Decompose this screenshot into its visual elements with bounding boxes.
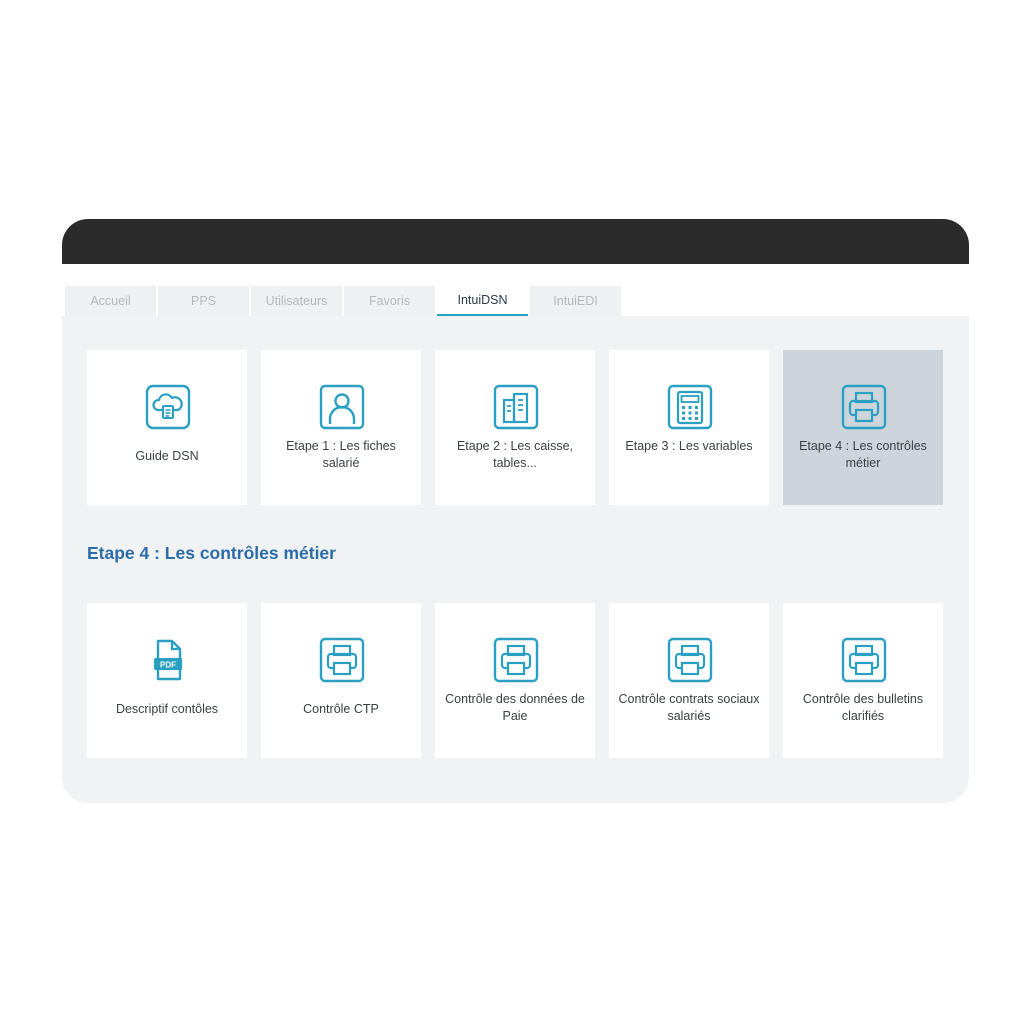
printer-icon bbox=[493, 637, 539, 683]
step-label: Etape 4 : Les contrôles métier bbox=[799, 439, 927, 470]
step-label: Etape 3 : Les variables bbox=[625, 439, 753, 453]
tab-pps[interactable]: PPS bbox=[158, 286, 249, 316]
printer-icon bbox=[319, 637, 365, 683]
sub-item-label: Contrôle des données de Paie bbox=[445, 692, 585, 723]
tab-accueil[interactable]: Accueil bbox=[65, 286, 156, 316]
tab-favoris[interactable]: Favoris bbox=[344, 286, 435, 316]
sub-card-descriptif-controles[interactable]: PDF Descriptif contôles bbox=[87, 603, 247, 758]
sub-item-label: Contrôle CTP bbox=[303, 702, 379, 716]
tab-intuiedi[interactable]: IntuiEDI bbox=[530, 286, 621, 316]
step-card-etape-4[interactable]: Etape 4 : Les contrôles métier bbox=[783, 350, 943, 505]
sub-card-controle-contrats[interactable]: Contrôle contrats sociaux salariés bbox=[609, 603, 769, 758]
printer-icon bbox=[841, 637, 887, 683]
step-label: Etape 2 : Les caisse, tables... bbox=[456, 439, 574, 470]
svg-text:PDF: PDF bbox=[160, 661, 176, 670]
sub-card-controle-donnees-paie[interactable]: Contrôle des données de Paie bbox=[435, 603, 595, 758]
step-card-etape-3[interactable]: Etape 3 : Les variables bbox=[609, 350, 769, 505]
sub-card-controle-bulletins[interactable]: Contrôle des bulletins clarifiés bbox=[783, 603, 943, 758]
pdf-file-icon: PDF bbox=[145, 637, 191, 683]
sub-item-label: Contrôle des bulletins clarifiés bbox=[802, 692, 924, 723]
tab-utilisateurs[interactable]: Utilisateurs bbox=[251, 286, 342, 316]
section-title: Etape 4 : Les contrôles métier bbox=[87, 543, 336, 563]
sub-item-label: Contrôle contrats sociaux salariés bbox=[618, 692, 760, 723]
printer-icon bbox=[667, 637, 713, 683]
calculator-icon bbox=[667, 384, 713, 430]
cloud-document-icon bbox=[145, 384, 191, 430]
step-label: Etape 1 : Les fiches salarié bbox=[286, 439, 396, 470]
tab-list: Accueil PPS Utilisateurs Favoris IntuiDS… bbox=[65, 286, 623, 316]
app-window: Accueil PPS Utilisateurs Favoris IntuiDS… bbox=[62, 219, 969, 803]
title-bar bbox=[62, 219, 969, 264]
step-card-guide-dsn[interactable]: Guide DSN bbox=[87, 350, 247, 505]
person-icon bbox=[319, 384, 365, 430]
buildings-icon bbox=[493, 384, 539, 430]
step-card-etape-2[interactable]: Etape 2 : Les caisse, tables... bbox=[435, 350, 595, 505]
step-label: Guide DSN bbox=[135, 449, 199, 463]
sub-card-controle-ctp[interactable]: Contrôle CTP bbox=[261, 603, 421, 758]
printer-icon bbox=[841, 384, 887, 430]
sub-item-label: Descriptif contôles bbox=[115, 702, 219, 716]
tab-bar: Accueil PPS Utilisateurs Favoris IntuiDS… bbox=[62, 264, 969, 316]
step-card-etape-1[interactable]: Etape 1 : Les fiches salarié bbox=[261, 350, 421, 505]
tab-intuidsn[interactable]: IntuiDSN bbox=[437, 286, 528, 316]
